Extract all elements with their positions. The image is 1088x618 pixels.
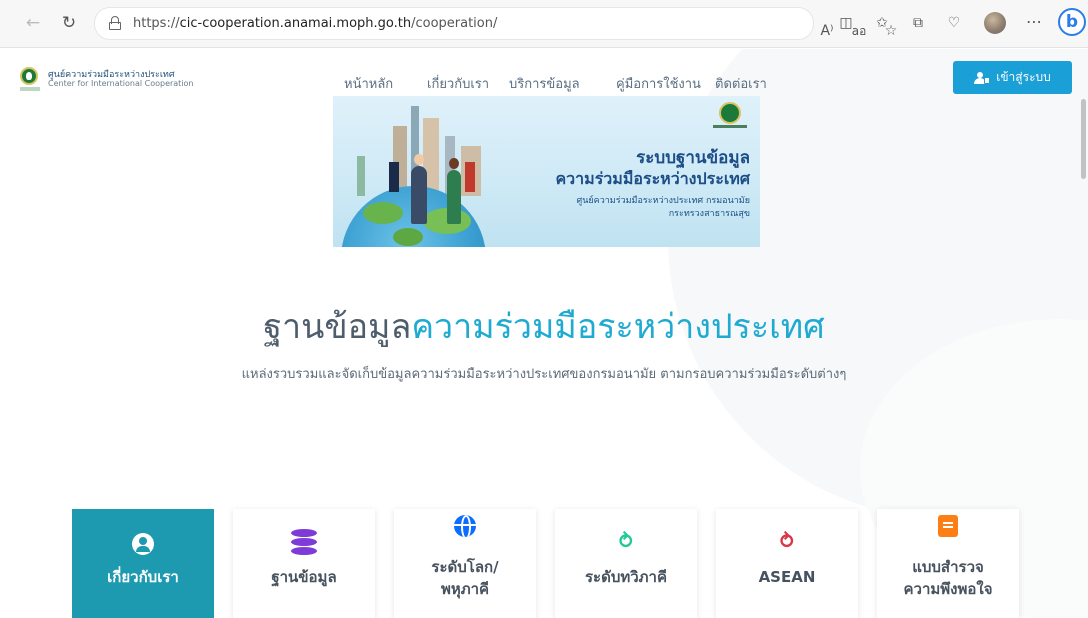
database-icon bbox=[291, 529, 317, 555]
url-prefix: https:// bbox=[133, 16, 180, 31]
url-path: /cooperation/ bbox=[411, 16, 498, 31]
diplomat-figure bbox=[411, 154, 427, 224]
logo-title-english[interactable]: Center for International Cooperation bbox=[48, 79, 194, 88]
landmark-shape bbox=[357, 156, 365, 196]
card-global-label-line1: ระดับโลก/ bbox=[431, 558, 499, 576]
nav-home[interactable]: หน้าหลัก bbox=[344, 73, 393, 94]
favorites-icon[interactable]: ✩ bbox=[870, 12, 894, 34]
card-database[interactable]: ฐานข้อมูล bbox=[233, 509, 375, 618]
address-bar[interactable]: https://cic-cooperation.anamai.moph.go.t… bbox=[94, 7, 897, 40]
page-title-accent: ความร่วมมือระหว่างประเทศ bbox=[411, 307, 825, 347]
page-title: ฐานข้อมูลความร่วมมือระหว่างประเทศ bbox=[0, 299, 1088, 353]
url-text[interactable]: https://cic-cooperation.anamai.moph.go.t… bbox=[133, 16, 497, 31]
card-about-label: เกี่ยวกับเรา bbox=[107, 568, 179, 586]
nav-manual[interactable]: คู่มือการใช้งาน bbox=[616, 73, 701, 94]
card-satisfaction-survey[interactable]: แบบสำรวจ ความพึงพอใจ bbox=[877, 509, 1019, 618]
split-screen-icon[interactable]: ◫ bbox=[834, 12, 858, 34]
card-survey-label-line2: ความพึงพอใจ bbox=[903, 580, 993, 598]
banner-emblem-icon bbox=[719, 102, 741, 124]
card-about[interactable]: เกี่ยวกับเรา bbox=[72, 509, 214, 618]
banner-org-line1: ศูนย์ความร่วมมือระหว่างประเทศ กรมอนามัย bbox=[576, 196, 750, 206]
flag-shape bbox=[389, 162, 399, 192]
profile-avatar[interactable] bbox=[984, 12, 1006, 34]
card-asean[interactable]: ⥁ ASEAN bbox=[716, 509, 858, 618]
globe-icon bbox=[454, 515, 476, 537]
globe-land bbox=[363, 202, 403, 224]
department-emblem-icon[interactable] bbox=[20, 67, 38, 85]
login-button[interactable]: เข้าสู่ระบบ bbox=[953, 61, 1072, 94]
bing-copilot-icon[interactable]: b bbox=[1058, 8, 1086, 36]
nav-contact[interactable]: ติดต่อเรา bbox=[715, 73, 767, 94]
flag-shape bbox=[465, 162, 475, 192]
browser-essentials-icon[interactable]: ♡ bbox=[942, 12, 966, 34]
user-lock-icon bbox=[974, 71, 991, 84]
banner-org-line2: กระทรวงสาธารณสุข bbox=[668, 209, 750, 219]
nav-services[interactable]: บริการข้อมูล bbox=[509, 73, 580, 94]
scrollbar-thumb[interactable] bbox=[1081, 99, 1086, 179]
survey-icon bbox=[938, 515, 958, 537]
web-page: ศูนย์ความร่วมมือระหว่างประเทศ Center for… bbox=[0, 49, 1088, 618]
card-database-label: ฐานข้อมูล bbox=[271, 568, 337, 586]
browser-toolbar: ← ↻ https://cic-cooperation.anamai.moph.… bbox=[0, 0, 1088, 48]
emblem-caption-mark bbox=[20, 87, 40, 91]
person-circle-icon bbox=[132, 533, 154, 555]
collections-icon[interactable]: ⧉ bbox=[906, 12, 930, 34]
globe-land bbox=[393, 228, 423, 246]
lock-icon[interactable] bbox=[109, 16, 121, 30]
refresh-icon[interactable]: ↻ bbox=[58, 12, 80, 34]
login-label: เข้าสู่ระบบ bbox=[996, 70, 1051, 84]
nav-about[interactable]: เกี่ยวกับเรา bbox=[427, 73, 489, 94]
page-subtitle: แหล่งรวบรวมและจัดเก็บข้อมูลความร่วมมือระ… bbox=[241, 367, 847, 382]
card-global-multilateral[interactable]: ระดับโลก/ พหุภาคี bbox=[394, 509, 536, 618]
card-bilateral[interactable]: ⥁ ระดับทวิภาคี bbox=[555, 509, 697, 618]
back-arrow-icon[interactable]: ← bbox=[22, 12, 44, 34]
diplomat-figure bbox=[447, 158, 461, 224]
card-asean-label: ASEAN bbox=[758, 568, 816, 586]
card-global-label-line2: พหุภาคี bbox=[440, 580, 490, 598]
handshake-icon: ⥁ bbox=[617, 529, 635, 553]
url-domain: cic-cooperation.anamai.moph.go.th bbox=[179, 16, 412, 31]
hero-banner: ระบบฐานข้อมูล ความร่วมมือระหว่างประเทศ ศ… bbox=[333, 96, 760, 247]
more-options-icon[interactable]: ⋯ bbox=[1022, 12, 1046, 31]
card-bilateral-label: ระดับทวิภาคี bbox=[584, 568, 668, 586]
banner-title-line2: ความร่วมมือระหว่างประเทศ bbox=[555, 169, 750, 188]
banner-emblem-caption-mark bbox=[713, 125, 747, 128]
handshake-icon: ⥁ bbox=[778, 529, 796, 553]
page-title-dark: ฐานข้อมูล bbox=[263, 307, 412, 347]
card-survey-label-line1: แบบสำรวจ bbox=[912, 558, 984, 576]
